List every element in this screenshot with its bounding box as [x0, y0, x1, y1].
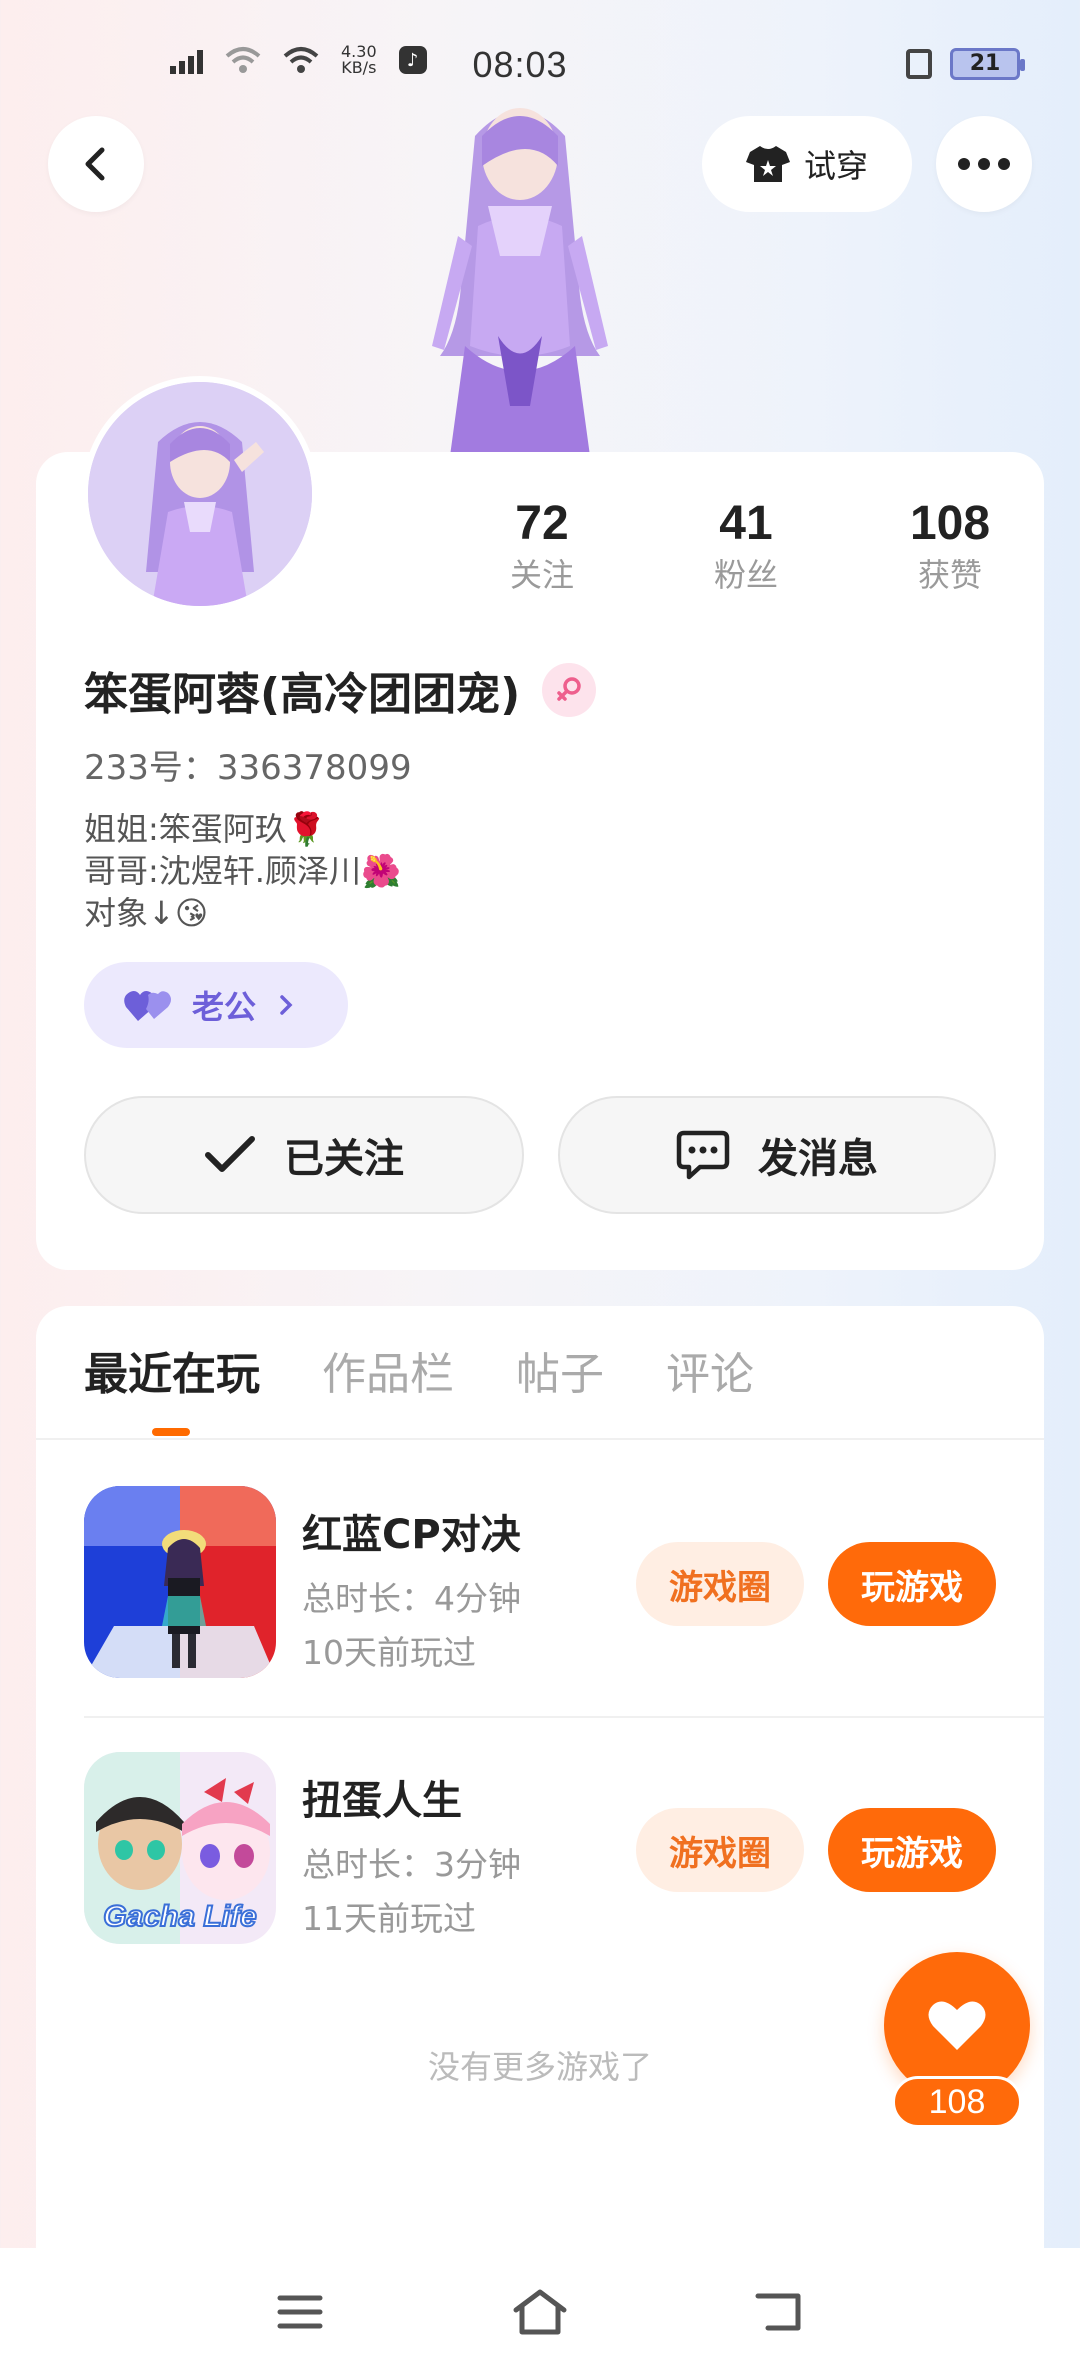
- try-on-button[interactable]: 试穿: [702, 116, 912, 212]
- tabs-divider: [36, 1438, 1044, 1440]
- relation-badge-button[interactable]: 老公: [84, 962, 348, 1048]
- game-icon-red-blue-cp[interactable]: [84, 1486, 276, 1678]
- nickname-text: 笨蛋阿蓉(高冷团团宠): [84, 669, 521, 720]
- menu-icon: [277, 2295, 323, 2329]
- list-divider: [84, 1716, 1044, 1718]
- nav-back-button[interactable]: [744, 2276, 816, 2348]
- stat-likes-label: 获赞: [917, 556, 982, 594]
- like-count-badge: 108: [892, 2076, 1022, 2128]
- game-title: 扭蛋人生: [302, 1778, 462, 1824]
- stat-likes[interactable]: 108 获赞: [848, 496, 1052, 598]
- chevron-left-icon: [85, 147, 105, 181]
- game-circle-button[interactable]: 游戏圈: [636, 1808, 804, 1892]
- game-duration: 总时长：3分钟: [302, 1845, 521, 1884]
- tab-posts[interactable]: 帖子: [516, 1340, 604, 1410]
- tab-recently-played[interactable]: 最近在玩: [84, 1340, 260, 1410]
- profile-nickname: 笨蛋阿蓉(高冷团团宠): [84, 658, 597, 722]
- play-game-button[interactable]: 玩游戏: [828, 1542, 996, 1626]
- bio-line: 姐姐:笨蛋阿玖🌹: [84, 810, 327, 848]
- profile-bio: 姐姐:笨蛋阿玖🌹 哥哥:沈煜轩.顾泽川🌺 对象↓😘: [84, 808, 401, 934]
- game-icon-gacha-life[interactable]: Gacha Life: [84, 1752, 276, 1944]
- play-game-button[interactable]: 玩游戏: [828, 1808, 996, 1892]
- relation-label: 老公: [192, 988, 257, 1026]
- chat-bubble-icon: [676, 1130, 730, 1180]
- game-circle-button[interactable]: 游戏圈: [636, 1542, 804, 1626]
- stat-following-label: 关注: [509, 556, 574, 594]
- game-list-item[interactable]: 红蓝CP对决 总时长：4分钟 10天前玩过 游戏圈 玩游戏: [84, 1486, 1044, 1682]
- chevron-right-icon: [280, 995, 293, 1015]
- game-title: 红蓝CP对决: [302, 1512, 521, 1558]
- more-button[interactable]: [936, 116, 1032, 212]
- stat-likes-value: 108: [909, 497, 991, 550]
- status-icons-right: 21: [906, 48, 1025, 80]
- bio-line: 哥哥:沈煜轩.顾泽川🌺: [84, 852, 401, 890]
- profile-stats: 72 关注 41 粉丝 108 获赞: [440, 496, 1052, 598]
- vibrate-icon: [906, 49, 932, 79]
- female-gender-icon: [542, 663, 597, 717]
- home-icon: [513, 2289, 567, 2335]
- stat-followers[interactable]: 41 粉丝: [644, 496, 848, 598]
- shirt-icon: [745, 146, 790, 182]
- followed-button[interactable]: 已关注: [84, 1096, 524, 1214]
- try-on-label: 试穿: [803, 147, 868, 185]
- game-icon-text: Gacha Life: [102, 1899, 257, 1934]
- system-nav-bar: [0, 2248, 1080, 2376]
- character-avatar-banner: [432, 108, 608, 456]
- followed-label: 已关注: [284, 1136, 404, 1182]
- send-message-button[interactable]: 发消息: [558, 1096, 996, 1214]
- profile-tabs: 最近在玩 作品栏 帖子 评论: [84, 1340, 754, 1410]
- game-list-item[interactable]: Gacha Life 扭蛋人生 总时长：3分钟 11天前玩过 游戏圈 玩游戏: [84, 1752, 1044, 1948]
- more-dots-icon: [958, 158, 1010, 170]
- battery-icon: 21: [950, 48, 1025, 80]
- nav-menu-button[interactable]: [264, 2276, 336, 2348]
- nav-home-button[interactable]: [504, 2276, 576, 2348]
- game-duration: 总时长：4分钟: [302, 1579, 521, 1618]
- double-heart-icon: [124, 991, 171, 1021]
- profile-uid: 233号：336378099: [84, 748, 412, 788]
- avatar[interactable]: [82, 376, 318, 612]
- game-last-played: 11天前玩过: [302, 1899, 476, 1938]
- back-icon: [755, 2293, 801, 2331]
- active-tab-indicator: [152, 1428, 190, 1436]
- stat-followers-value: 41: [719, 497, 773, 550]
- stat-following-value: 72: [515, 497, 569, 550]
- tab-comments[interactable]: 评论: [666, 1340, 754, 1410]
- check-icon: [205, 1136, 255, 1172]
- stat-following[interactable]: 72 关注: [440, 496, 644, 598]
- send-message-label: 发消息: [758, 1136, 878, 1182]
- back-button[interactable]: [48, 116, 144, 212]
- tab-works[interactable]: 作品栏: [322, 1340, 454, 1410]
- heart-icon: [928, 2001, 986, 2050]
- avatar-image: [88, 382, 312, 606]
- game-last-played: 10天前玩过: [302, 1633, 476, 1672]
- stat-followers-label: 粉丝: [713, 556, 778, 594]
- bio-line: 对象↓😘: [84, 894, 209, 932]
